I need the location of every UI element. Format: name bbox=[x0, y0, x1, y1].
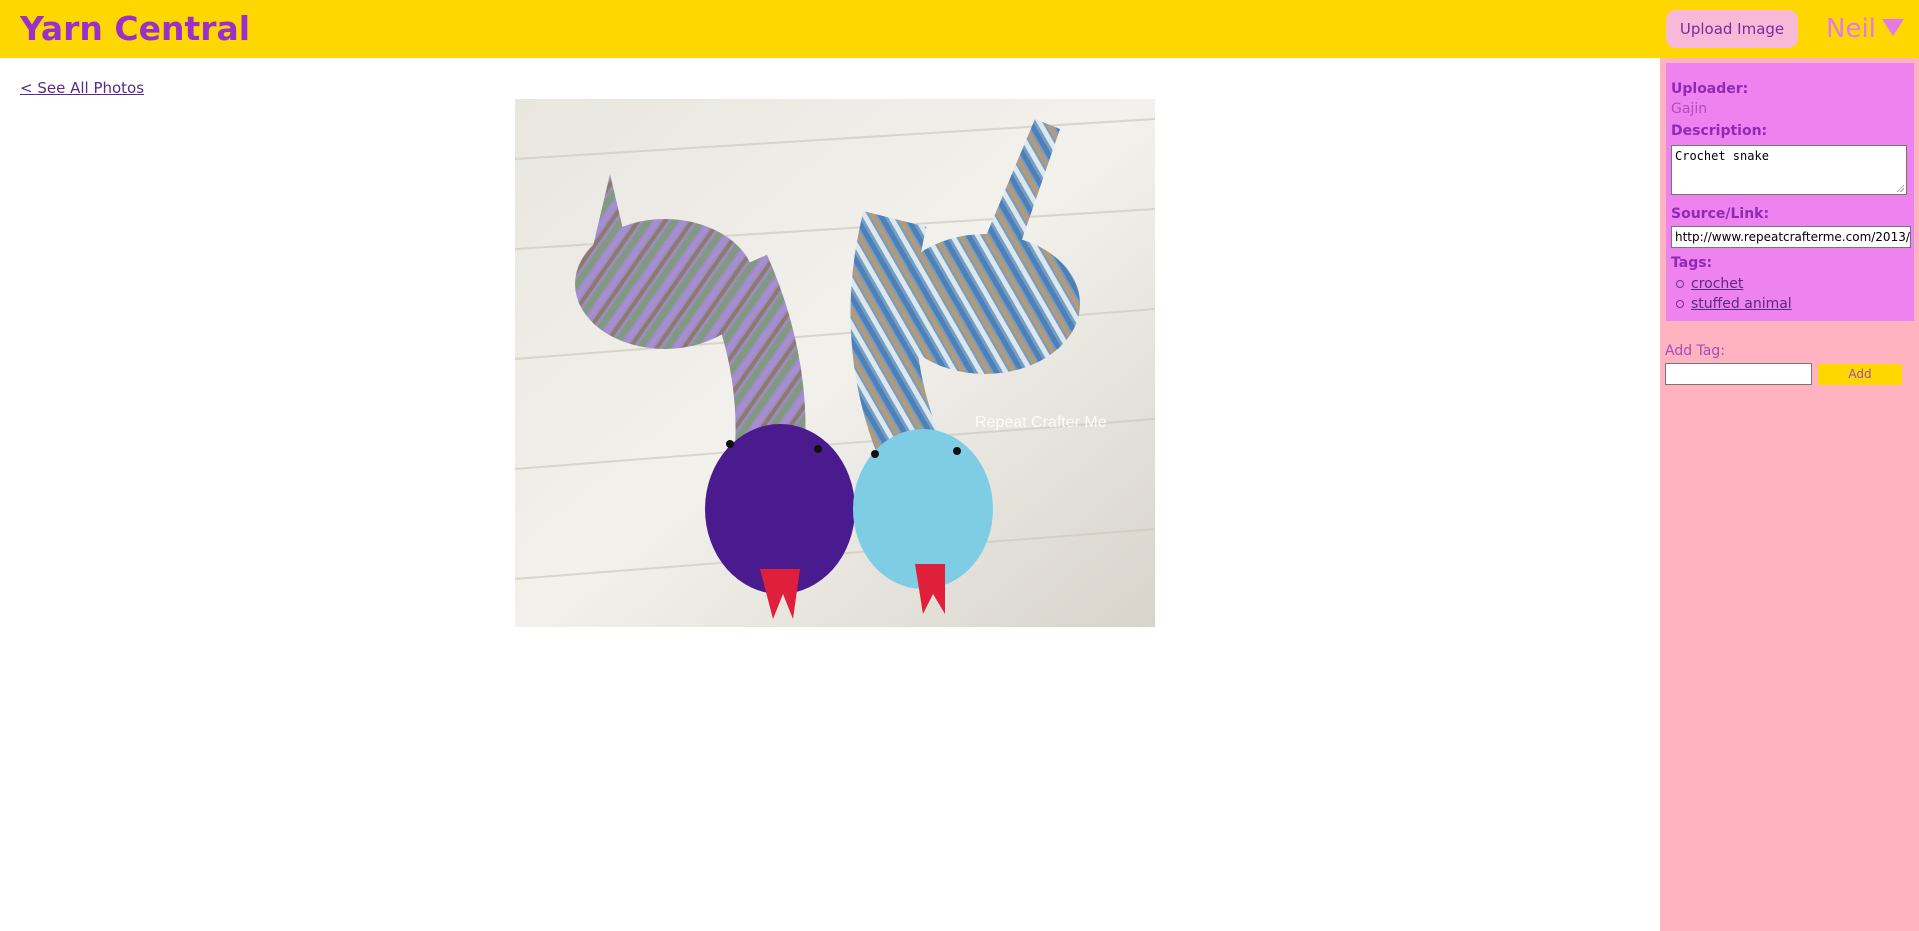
uploader-value: Gajin bbox=[1671, 101, 1708, 117]
photo-sidebar: Uploader: Gajin Description: Crochet sna… bbox=[1660, 58, 1919, 931]
tag-link-stuffed-animal[interactable]: stuffed animal bbox=[1691, 296, 1792, 312]
resize-grip-icon[interactable] bbox=[1896, 184, 1904, 192]
tag-link-crochet[interactable]: crochet bbox=[1691, 276, 1743, 292]
photo: Repeat Crafter Me bbox=[515, 99, 1155, 627]
uploader-label: Uploader: bbox=[1671, 81, 1749, 97]
description-field[interactable]: Crochet snake bbox=[1671, 145, 1907, 195]
top-header: Yarn Central Upload Image Neil bbox=[0, 0, 1919, 58]
upload-image-button[interactable]: Upload Image bbox=[1666, 10, 1798, 48]
see-all-photos-link[interactable]: < See All Photos bbox=[20, 79, 144, 97]
source-label: Source/Link: bbox=[1671, 206, 1770, 222]
photo-watermark: Repeat Crafter Me bbox=[975, 414, 1107, 431]
add-tag-button[interactable]: Add bbox=[1818, 364, 1902, 385]
photo-details-panel: Uploader: Gajin Description: Crochet sna… bbox=[1666, 63, 1914, 321]
description-label: Description: bbox=[1671, 123, 1768, 139]
source-link-field[interactable]: http://www.repeatcrafterme.com/2013/0 bbox=[1671, 226, 1911, 248]
add-tag-input[interactable] bbox=[1665, 363, 1812, 385]
tag-item: stuffed animal bbox=[1671, 294, 1792, 314]
site-logo[interactable]: Yarn Central bbox=[20, 9, 250, 49]
user-menu[interactable]: Neil bbox=[1826, 12, 1904, 46]
circle-bullet-icon bbox=[1676, 300, 1684, 308]
add-tag-label: Add Tag: bbox=[1665, 343, 1725, 359]
tag-list: crochet stuffed animal bbox=[1671, 274, 1792, 314]
circle-bullet-icon bbox=[1676, 280, 1684, 288]
tags-label: Tags: bbox=[1671, 255, 1713, 271]
description-value: Crochet snake bbox=[1675, 149, 1769, 163]
crochet-snake-image: Repeat Crafter Me bbox=[515, 99, 1155, 627]
tag-item: crochet bbox=[1671, 274, 1792, 294]
user-name: Neil bbox=[1826, 14, 1876, 44]
chevron-down-icon bbox=[1881, 19, 1904, 36]
